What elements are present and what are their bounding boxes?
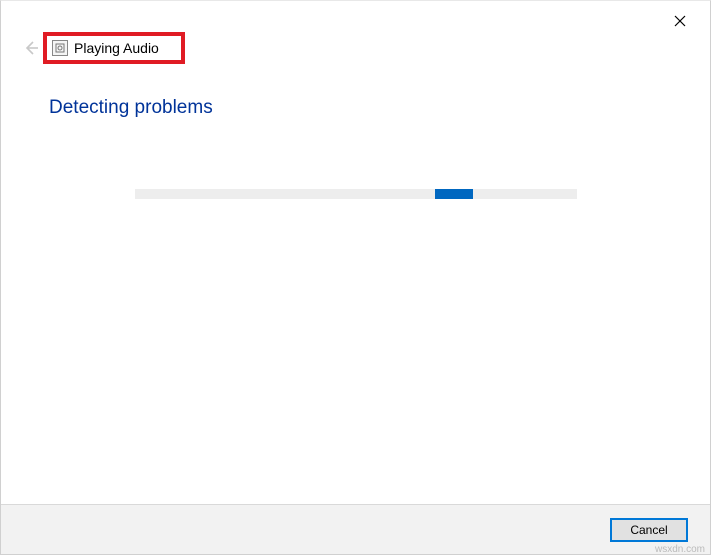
troubleshooter-title: Playing Audio	[74, 40, 159, 56]
back-arrow-icon	[22, 39, 40, 57]
close-icon	[674, 15, 686, 27]
titlebar	[1, 1, 710, 35]
progress-container	[49, 189, 662, 199]
watermark: wsxdn.com	[655, 544, 705, 555]
header-row: Playing Audio	[1, 33, 710, 63]
close-button[interactable]	[660, 7, 700, 35]
troubleshooter-window: Playing Audio Detecting problems Cancel	[0, 0, 711, 555]
footer: Cancel	[1, 504, 710, 554]
progress-chunk	[435, 189, 473, 199]
status-heading: Detecting problems	[49, 97, 662, 119]
content-area: Detecting problems	[1, 63, 710, 504]
diagnostic-icon	[52, 40, 68, 56]
progress-bar	[135, 189, 577, 199]
title-highlight-box: Playing Audio	[43, 32, 185, 64]
cancel-button[interactable]: Cancel	[610, 518, 688, 542]
back-button	[21, 38, 41, 58]
